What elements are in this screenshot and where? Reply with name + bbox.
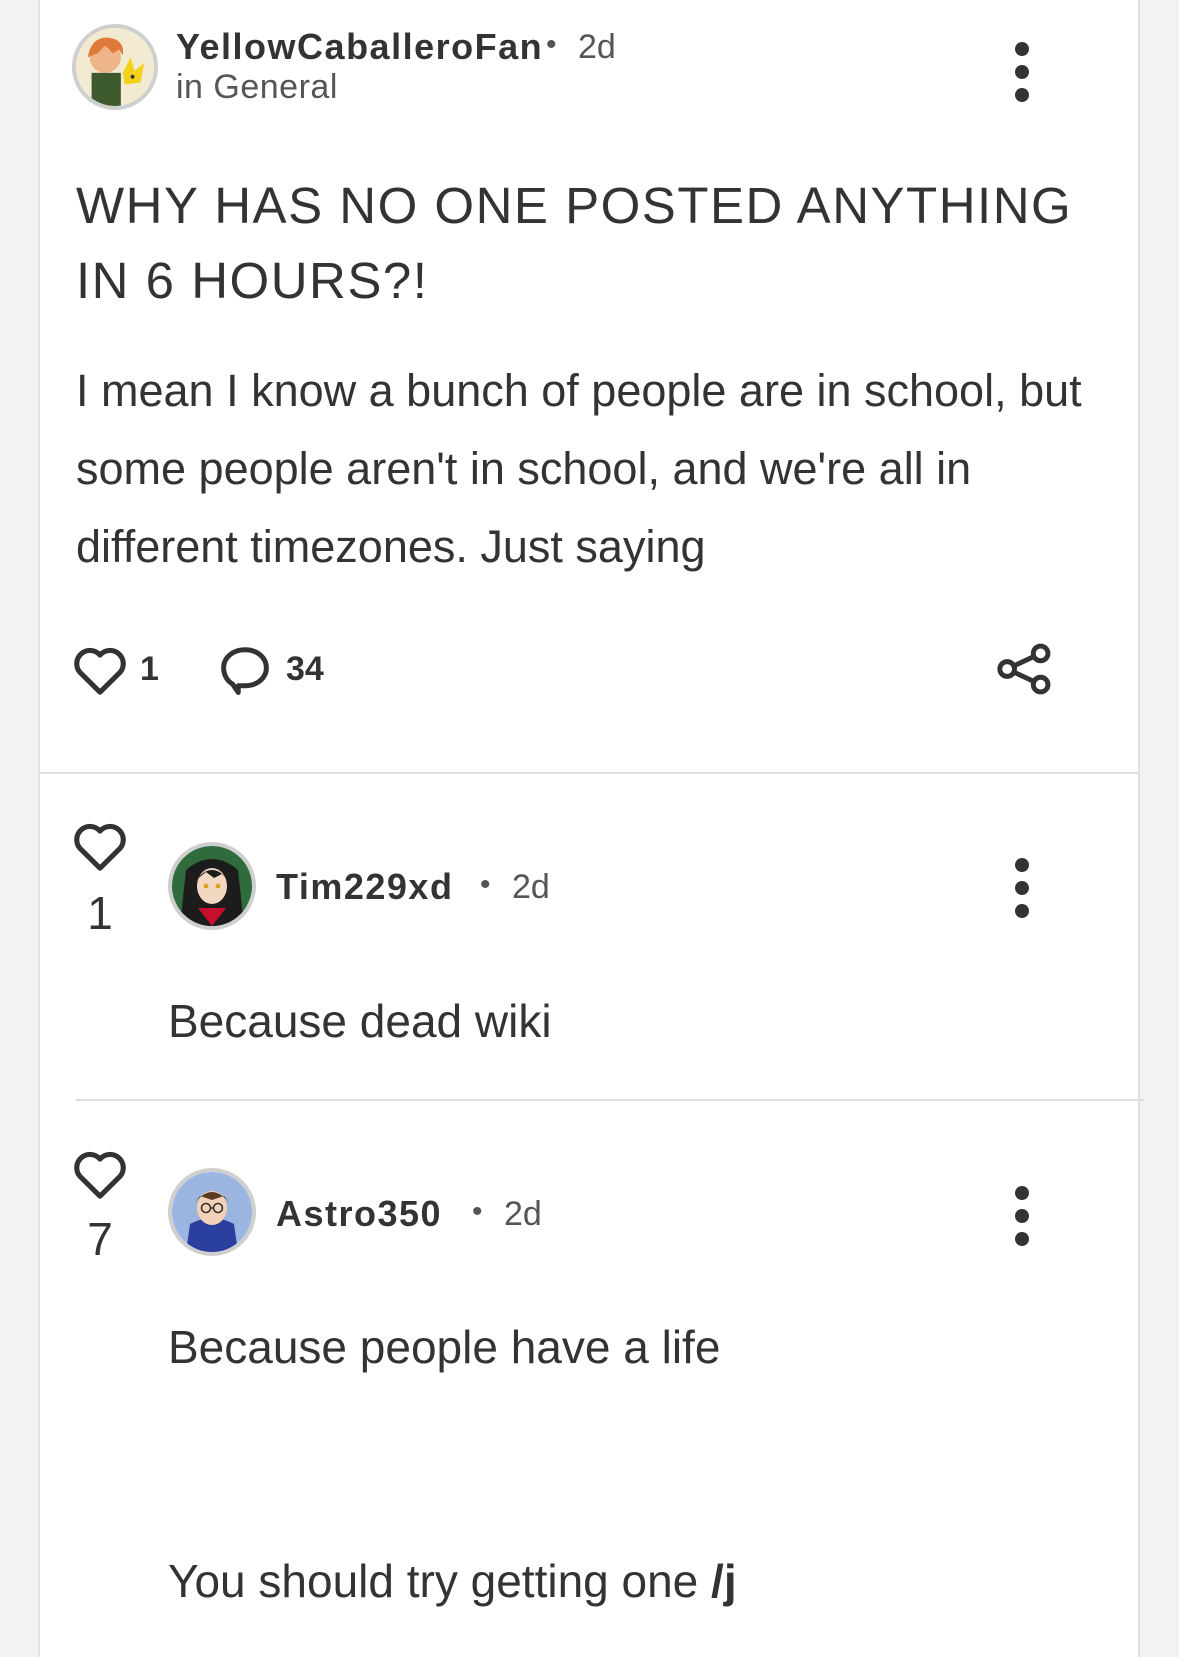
post-body: I mean I know a bunch of people are in s… (76, 365, 1082, 572)
post-author-avatar[interactable] (72, 24, 158, 110)
reply-2-menu-icon[interactable] (1002, 1184, 1042, 1248)
reply-2-separator-dot: • (472, 1195, 483, 1228)
post-comment-count: 34 (286, 650, 324, 688)
reply-2-heart-icon[interactable] (72, 1148, 128, 1200)
heart-icon[interactable] (72, 644, 128, 696)
reply-2-tone-tag: /j (711, 1555, 737, 1607)
reply-2-timestamp: 2d (504, 1195, 542, 1233)
post-like-count: 1 (140, 650, 159, 688)
post-title[interactable]: WHY HAS NO ONE POSTED ANYTHING IN 6 HOUR… (76, 168, 1086, 318)
share-icon[interactable] (996, 642, 1054, 696)
post-author-name[interactable]: YellowCaballeroFan (176, 26, 543, 68)
reply-2-text-line1: Because people have a life (168, 1321, 721, 1373)
post-divider (40, 772, 1138, 774)
reply-1-like-count: 1 (87, 887, 113, 939)
post-timestamp: 2d (578, 28, 616, 66)
reply-1-menu-icon[interactable] (1002, 856, 1042, 920)
reply-1-heart-icon[interactable] (72, 820, 128, 872)
reply-1-author-avatar[interactable] (168, 842, 256, 930)
reply-1-timestamp: 2d (512, 868, 550, 906)
reply-divider (76, 1099, 1144, 1101)
reply-2-author-avatar[interactable] (168, 1168, 256, 1256)
reply-2-text-line2: You should try getting one /j (168, 1554, 737, 1608)
speech-bubble-icon[interactable] (218, 644, 272, 696)
post-menu-icon[interactable] (1002, 40, 1042, 104)
post-separator-dot: • (546, 28, 557, 61)
discussion-card: YellowCaballeroFan • 2d in General WHY H… (38, 0, 1144, 1657)
post-category[interactable]: in General (176, 68, 338, 107)
reply-2-like-count: 7 (87, 1213, 113, 1265)
reply-1-author-name[interactable]: Tim229xd (276, 866, 453, 908)
reply-2-text-main: You should try getting one (168, 1555, 699, 1607)
reply-1-text: Because dead wiki (168, 995, 552, 1047)
reply-1-separator-dot: • (480, 868, 491, 901)
reply-2-author-name[interactable]: Astro350 (276, 1193, 442, 1235)
